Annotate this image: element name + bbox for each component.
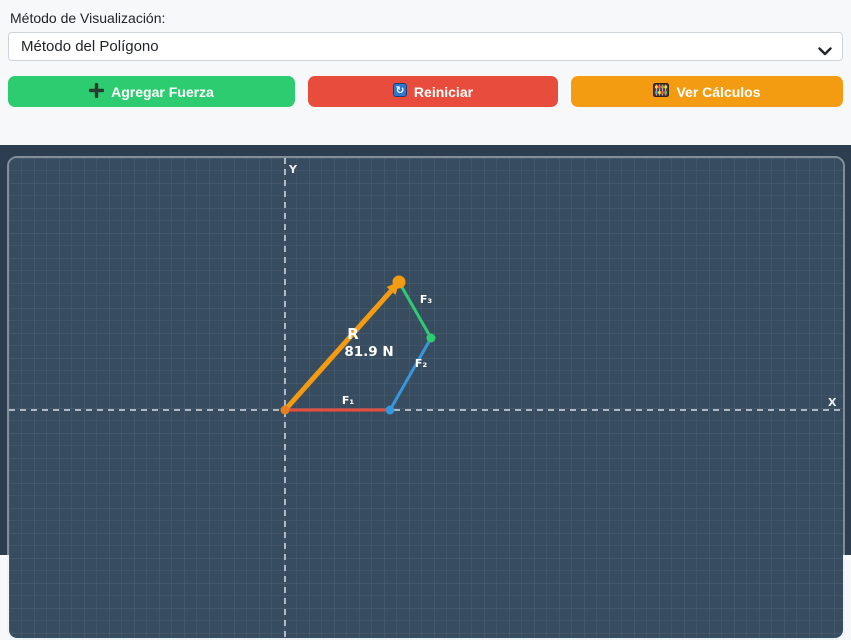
force-label-1: F₁ (342, 394, 355, 407)
y-axis-label: Y (288, 163, 298, 176)
canvas-panel: Y X F₁ F₂ F₃ R 81.9 N (0, 145, 851, 640)
force-label-3: F₃ (420, 293, 433, 306)
view-calcs-button[interactable]: Ver Cálculos (571, 76, 843, 107)
refresh-icon: ↻ (392, 83, 407, 100)
resultant-magnitude: 81.9 N (344, 344, 393, 360)
method-select-value: Método del Polígono (21, 38, 159, 55)
chevron-down-icon (818, 43, 832, 60)
vector-start-dot-3 (426, 333, 436, 343)
vector-start-dot-1 (280, 405, 290, 415)
resultant-label: R (347, 325, 359, 343)
button-row: Agregar Fuerza ↻ Reiniciar Ver Cálculos (8, 76, 843, 107)
method-label: Método de Visualización: (10, 10, 166, 26)
svg-text:↻: ↻ (396, 85, 405, 97)
vector-start-dot-2 (385, 405, 395, 415)
reset-button[interactable]: ↻ Reiniciar (308, 76, 558, 107)
reset-label: Reiniciar (413, 83, 474, 100)
force-label-2: F₂ (415, 357, 428, 370)
x-axis-label: X (828, 396, 837, 409)
method-select[interactable]: Método del Polígono (8, 32, 843, 61)
grid-lines (9, 158, 843, 638)
force-diagram-canvas[interactable]: Y X F₁ F₂ F₃ R81.9 N (7, 156, 845, 640)
plus-icon (88, 82, 105, 101)
resultant-tip-dot (392, 275, 406, 289)
abacus-icon (653, 82, 670, 100)
add-force-button[interactable]: Agregar Fuerza (8, 76, 295, 107)
add-force-label: Agregar Fuerza (111, 83, 214, 100)
view-calcs-label: Ver Cálculos (676, 83, 761, 100)
controls-section: Método de Visualización: Método del Polí… (0, 0, 851, 107)
